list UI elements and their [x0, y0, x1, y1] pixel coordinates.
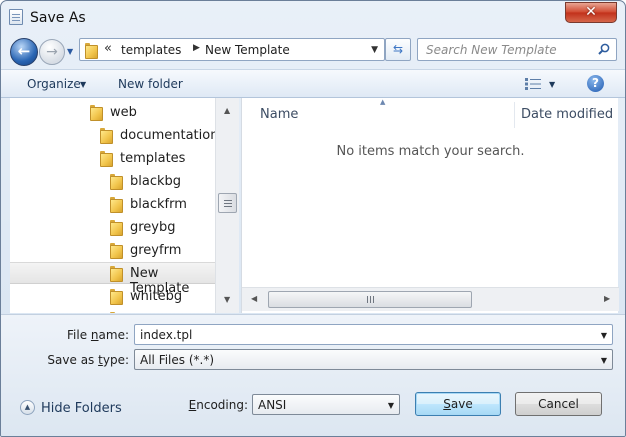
chevron-down-icon[interactable]: ▼: [601, 356, 607, 365]
folder-icon: [110, 220, 123, 236]
address-overflow-chevron[interactable]: «: [104, 41, 112, 56]
chevron-down-icon[interactable]: ▼: [601, 331, 607, 340]
tree-item-label: documentation: [120, 128, 215, 143]
scroll-down-arrow[interactable]: ▼: [224, 295, 230, 304]
column-header-date-modified[interactable]: Date modified: [521, 107, 613, 122]
save-as-type-select[interactable]: All Files (*.*) ▼: [134, 349, 613, 370]
tree-item-whitebg[interactable]: whitebg: [10, 285, 215, 307]
tree-item-greyfrm[interactable]: greyfrm: [10, 239, 215, 261]
file-list: ▲ Name Date modified No items match your…: [241, 98, 619, 313]
address-history-dropdown[interactable]: ▼: [371, 45, 378, 55]
empty-list-message: No items match your search.: [336, 144, 525, 159]
file-list-horizontal-scrollbar[interactable]: ◀ ▶: [242, 287, 619, 311]
scroll-grip: [367, 296, 368, 303]
breadcrumb-templates[interactable]: templates: [121, 43, 181, 57]
sort-ascending-icon: ▲: [380, 98, 386, 106]
navigation-pane: web documentation templates blackbg blac…: [10, 98, 215, 313]
search-box[interactable]: Search New Template: [417, 38, 617, 61]
search-icon[interactable]: [598, 43, 610, 55]
scroll-up-arrow[interactable]: ▲: [224, 106, 230, 115]
tree-item-documentation[interactable]: documentation: [10, 124, 215, 146]
folder-icon: [110, 289, 123, 305]
folder-icon: [110, 266, 123, 282]
column-divider[interactable]: [514, 102, 515, 128]
search-input[interactable]: Search New Template: [426, 43, 557, 57]
folder-icon: [100, 128, 113, 144]
tree-item-label: blackbg: [130, 174, 182, 189]
tree-item-templates[interactable]: templates: [10, 147, 215, 169]
tree-item-blackbg[interactable]: blackbg: [10, 170, 215, 192]
folder-icon: [110, 174, 123, 190]
tree-item-label: web: [110, 105, 137, 120]
breadcrumb-separator-arrow[interactable]: ▶: [193, 43, 200, 53]
folder-icon: [85, 43, 98, 59]
back-button[interactable]: ←: [10, 38, 38, 66]
scroll-thumb[interactable]: [218, 193, 237, 213]
hide-folders-button[interactable]: Hide Folders: [41, 401, 122, 416]
folder-icon: [90, 105, 103, 121]
tree-item-label: whitebg: [130, 289, 183, 304]
address-bar[interactable]: « templates ▶ New Template ▼: [79, 38, 385, 61]
recent-pages-dropdown[interactable]: ▼: [67, 47, 73, 56]
breadcrumb-new-template[interactable]: New Template: [205, 43, 290, 57]
save-as-dialog: Save As ✕ ← → ▼ « templates ▶ New Templa…: [0, 0, 626, 437]
encoding-label: Encoding:: [188, 398, 248, 412]
file-name-value[interactable]: index.tpl: [140, 328, 192, 342]
folder-icon: [100, 151, 113, 167]
tree-item-blackfrm[interactable]: blackfrm: [10, 193, 215, 215]
tree-item-label: templates: [120, 151, 186, 166]
scroll-grip: [224, 200, 232, 201]
tree-item-label: greybg: [130, 220, 176, 235]
organize-button[interactable]: Organize: [27, 77, 81, 91]
folder-icon: [110, 243, 123, 259]
views-icon[interactable]: [525, 78, 541, 90]
save-as-type-label: Save as type:: [47, 353, 129, 367]
tree-item-new-template[interactable]: New Template: [10, 262, 215, 296]
views-dropdown-chevron[interactable]: ▼: [549, 80, 555, 89]
navigation-pane-scrollbar[interactable]: ▲ ▼: [215, 98, 239, 313]
scroll-right-arrow[interactable]: ▶: [604, 294, 610, 303]
new-folder-button[interactable]: New folder: [118, 77, 183, 91]
save-button[interactable]: Save: [415, 392, 501, 416]
title-bar: Save As ✕: [1, 1, 625, 33]
chevron-up-icon[interactable]: ▲: [20, 400, 35, 415]
encoding-select[interactable]: ANSI ▼: [252, 394, 400, 415]
scroll-left-arrow[interactable]: ◀: [251, 294, 257, 303]
chevron-down-icon[interactable]: ▼: [80, 80, 86, 89]
folder-icon: [110, 197, 123, 213]
close-button[interactable]: ✕: [565, 2, 617, 23]
scroll-thumb[interactable]: [268, 291, 472, 308]
window-title: Save As: [30, 10, 86, 26]
encoding-value: ANSI: [258, 398, 287, 412]
tree-item-label: blackfrm: [130, 197, 187, 212]
refresh-button[interactable]: ⇆: [385, 38, 411, 61]
save-as-type-value: All Files (*.*): [140, 353, 215, 367]
forward-button[interactable]: →: [39, 39, 65, 65]
folder-icon: [110, 312, 122, 313]
cancel-button[interactable]: Cancel: [515, 392, 602, 416]
tree-item-label: greyfrm: [130, 243, 182, 258]
column-header-name[interactable]: Name: [260, 107, 298, 122]
tree-item-partial[interactable]: [10, 308, 215, 313]
help-button[interactable]: ?: [587, 75, 604, 92]
file-name-input[interactable]: index.tpl ▼: [134, 324, 613, 345]
file-name-label: File name:: [67, 328, 129, 342]
tree-item-web[interactable]: web: [10, 101, 215, 123]
notepad-icon: [9, 9, 23, 25]
command-bar: Organize ▼ New folder ▼ ?: [1, 69, 625, 98]
chevron-down-icon[interactable]: ▼: [388, 401, 394, 410]
tree-item-greybg[interactable]: greybg: [10, 216, 215, 238]
